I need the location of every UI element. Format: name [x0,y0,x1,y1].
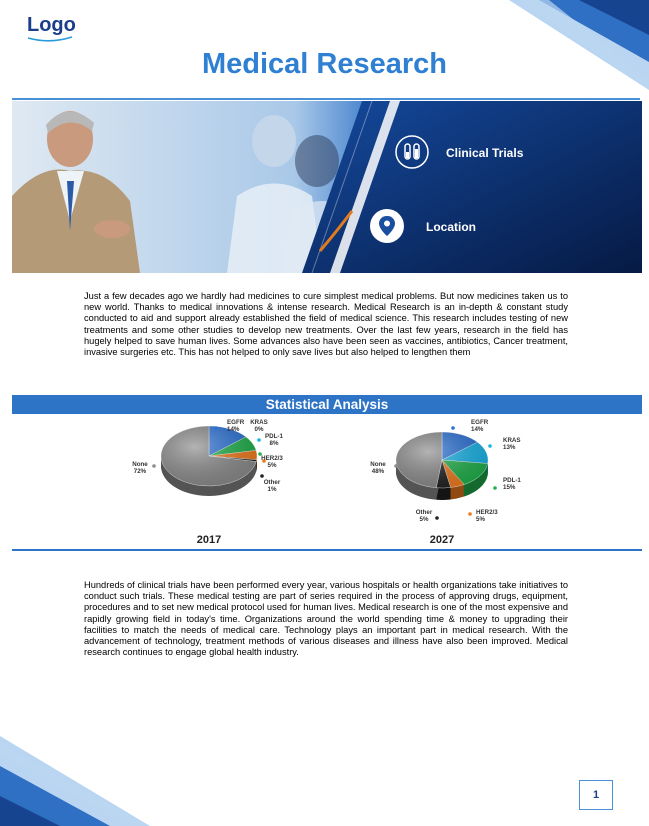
slice-label: KRAS [250,419,268,426]
slice-label: HER2/3 [476,509,498,516]
slice-value-label: 8% [270,440,279,447]
pie-charts: EGFR14%KRAS0%PDL-18%HER2/35%Other1%None7… [132,419,521,546]
slice-value-label: 72% [134,468,147,475]
logo-swoosh-icon [27,36,73,42]
slice-label: EGFR [471,419,489,426]
label-marker [152,464,156,468]
slice-value-label: 5% [420,516,429,523]
slice-value-label: 5% [268,462,277,469]
pie-highlight [161,426,257,486]
chart-year-title: 2017 [197,534,221,546]
corner-decoration-bottom-left [0,736,150,826]
slice-label: PDL-1 [503,477,521,484]
title-divider [12,98,640,100]
label-marker [468,512,472,516]
label-marker [260,474,264,478]
hero-photo [12,101,642,273]
slice-value-label: 1% [268,486,277,493]
map-pin-icon [370,209,404,243]
slice-label: HER2/3 [261,455,283,462]
slice-value-label: 14% [227,426,240,433]
label-marker [493,486,497,490]
chart-year-title: 2027 [430,534,454,546]
slice-label: EGFR [227,419,245,426]
slice-label: Other [416,509,433,516]
label-marker [488,444,492,448]
pie-highlight [396,432,488,488]
slice-label: None [370,461,386,468]
section-title-statistical-analysis: Statistical Analysis [12,395,642,414]
charts-divider [12,549,642,551]
charts-area: EGFR 14% KRAS 0% PDL-1 8% HER2/3 5% Other 1% None 7… [12,414,642,550]
logo[interactable]: Logo [27,14,76,37]
page-number: 1 [579,780,613,810]
label-marker [451,426,455,430]
slice-value-label: 48% [372,468,385,475]
hero-banner: Clinical Trials Location [12,101,642,273]
test-tubes-icon [395,135,429,169]
slice-label: PDL-1 [265,433,283,440]
slice-value-label: 0% [255,426,264,433]
slice-value-label: 5% [476,516,485,523]
label-marker [394,464,398,468]
slice-label: KRAS [503,437,521,444]
slice-value-label: 13% [503,444,516,451]
location-label[interactable]: Location [426,220,476,234]
intro-paragraph: Just a few decades ago we hardly had med… [84,291,568,358]
slice-value-label: 15% [503,484,516,491]
slice-label: Other [264,479,281,486]
label-marker [214,426,218,430]
body-paragraph: Hundreds of clinical trials have been pe… [84,580,568,658]
label-marker [257,438,261,442]
label-marker [435,516,439,520]
slice-value-label: 14% [471,426,484,433]
slice-label: None [132,461,148,468]
page-title: Medical Research [201,48,447,80]
clinical-trials-label[interactable]: Clinical Trials [446,146,523,160]
